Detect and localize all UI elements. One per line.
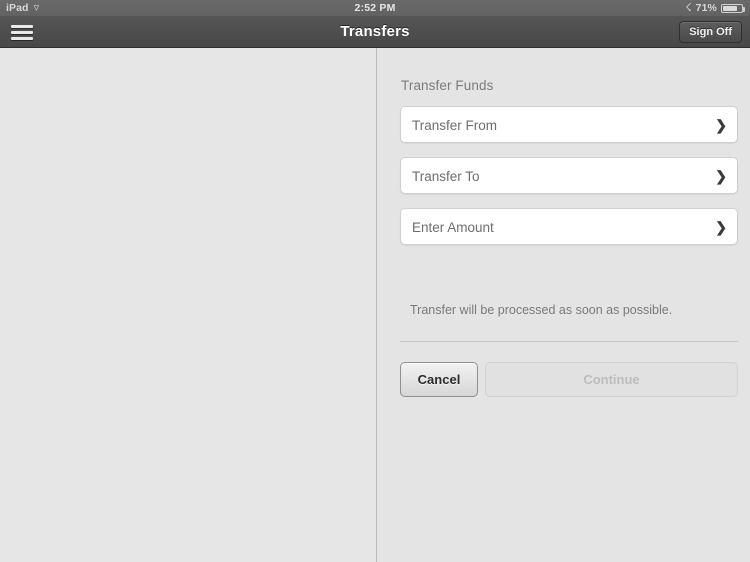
helper-text: Transfer will be processed as soon as po… (410, 303, 673, 317)
transfer-to-field[interactable]: Transfer To ❯ (400, 157, 738, 194)
continue-button: Continue (485, 362, 738, 397)
content-area: Transfer Funds Transfer From ❯ Transfer … (0, 48, 750, 562)
enter-amount-label: Enter Amount (412, 220, 494, 235)
sign-off-button[interactable]: Sign Off (679, 21, 742, 43)
left-detail-pane (0, 48, 376, 562)
enter-amount-field[interactable]: Enter Amount ❯ (400, 208, 738, 245)
battery-icon (721, 3, 745, 13)
form-divider (400, 341, 738, 342)
ios-status-bar: iPad ▿ 2:52 PM ☇ 71% (0, 0, 750, 16)
navigation-bar: Transfers Sign Off (0, 16, 750, 48)
chevron-right-icon: ❯ (715, 168, 727, 184)
transfer-to-label: Transfer To (412, 169, 480, 184)
chevron-right-icon: ❯ (715, 219, 727, 235)
section-title: Transfer Funds (401, 78, 494, 93)
transfer-from-label: Transfer From (412, 118, 498, 133)
transfer-form-pane: Transfer Funds Transfer From ❯ Transfer … (377, 48, 750, 562)
transfer-from-field[interactable]: Transfer From ❯ (400, 106, 738, 143)
app-root: iPad ▿ 2:52 PM ☇ 71% Transfers Sign Off … (0, 0, 750, 562)
page-title: Transfers (340, 23, 410, 40)
battery-percent-label: 71% (695, 2, 717, 14)
chevron-right-icon: ❯ (715, 117, 727, 133)
cancel-button[interactable]: Cancel (400, 362, 478, 397)
status-bar-right: ☇ 71% (685, 0, 745, 16)
status-bar-time: 2:52 PM (354, 2, 396, 14)
bluetooth-icon: ☇ (685, 2, 692, 14)
